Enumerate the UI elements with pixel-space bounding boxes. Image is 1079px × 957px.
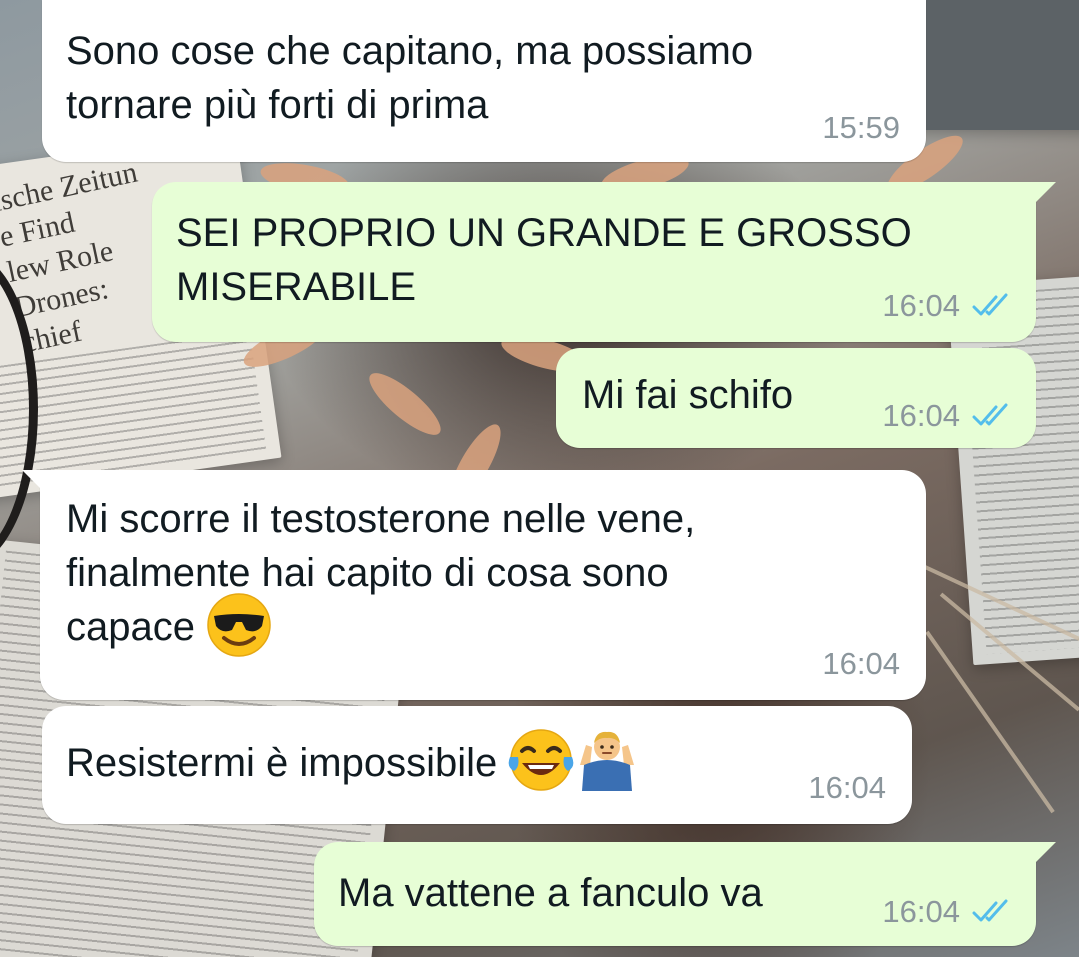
double-check-icon — [972, 899, 1008, 922]
message-text: Sono cose che capitano, ma possiamo torn… — [66, 29, 754, 127]
message-outgoing[interactable]: Mi fai schifo 16:04 — [556, 348, 1036, 448]
message-text: SEI PROPRIO UN GRANDE E GROSSO MISERABIL… — [176, 211, 912, 309]
bubble-tail — [22, 470, 46, 494]
message-outgoing[interactable]: Ma vattene a fanculo va 16:04 — [314, 842, 1056, 946]
face-with-tears-of-joy-icon — [509, 729, 574, 792]
message-meta: 16:04 — [808, 770, 886, 806]
message-incoming[interactable]: Resistermi è impossibile 16:04 — [42, 706, 912, 824]
message-timestamp: 16:04 — [882, 398, 960, 433]
message-meta: 16:04 — [822, 646, 900, 682]
message-timestamp: 16:04 — [822, 646, 900, 681]
message-meta: 16:04 — [882, 288, 1014, 324]
smiling-face-with-sunglasses-icon — [207, 593, 271, 658]
message-meta: 15:59 — [822, 110, 900, 146]
double-check-icon — [972, 403, 1008, 426]
message-incoming[interactable]: Mi scorre il testosterone nelle vene, fi… — [22, 470, 926, 700]
bubble-tail — [1032, 842, 1056, 866]
double-check-icon — [972, 293, 1008, 316]
message-incoming[interactable]: Sono cose che capitano, ma possiamo torn… — [42, 0, 926, 162]
message-meta: 16:04 — [882, 398, 1014, 434]
message-text: Ma vattene a fanculo va — [338, 871, 763, 915]
man-shrugging-icon — [580, 732, 635, 792]
message-meta: 16:04 — [882, 894, 1014, 930]
bubble-tail — [1032, 182, 1056, 206]
wallpaper-petal — [361, 364, 449, 444]
message-timestamp: 15:59 — [822, 110, 900, 145]
message-text: Mi scorre il testosterone nelle vene, fi… — [66, 492, 695, 658]
message-outgoing[interactable]: SEI PROPRIO UN GRANDE E GROSSO MISERABIL… — [152, 182, 1056, 342]
message-timestamp: 16:04 — [808, 770, 886, 805]
message-text: Mi fai schifo — [582, 373, 794, 417]
message-timestamp: 16:04 — [882, 288, 960, 323]
wallpaper-book — [900, 0, 1079, 130]
message-timestamp: 16:04 — [882, 894, 960, 929]
message-text: Resistermi è impossibile — [66, 729, 640, 793]
